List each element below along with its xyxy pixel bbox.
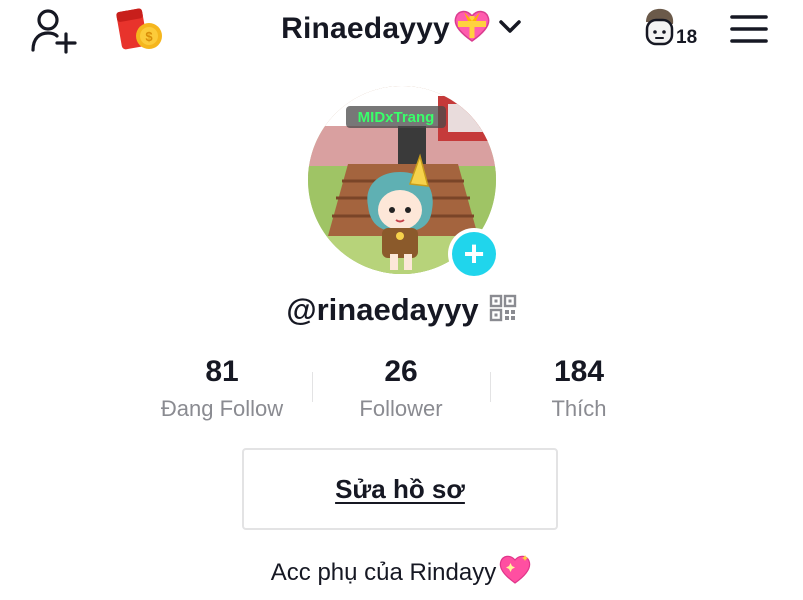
visitor-count: 18 xyxy=(676,27,698,48)
stat-followers[interactable]: 26 Follower xyxy=(311,352,491,426)
following-label: Đang Follow xyxy=(160,396,284,421)
handle-row: @rinaedayyy xyxy=(0,292,803,328)
username: Rinaedayyy xyxy=(281,11,450,45)
edit-profile-button[interactable]: Sửa hồ sơ xyxy=(242,448,558,530)
edit-profile-label: Sửa hồ sơ xyxy=(335,473,465,504)
chevron-down-icon xyxy=(498,16,522,41)
qr-code-icon[interactable] xyxy=(489,294,517,327)
profile-visitors-icon[interactable] xyxy=(640,6,680,48)
avatar-overlay-text: MIDxTrang xyxy=(358,109,435,126)
bio: Acc phụ của Rindayy xyxy=(0,554,803,591)
followers-label: Follower xyxy=(359,396,443,421)
sparkling-heart-icon xyxy=(498,554,532,591)
heart-with-ribbon-icon xyxy=(452,8,492,49)
add-avatar-button[interactable]: + xyxy=(448,228,500,280)
stat-following[interactable]: 81 Đang Follow xyxy=(132,352,312,426)
plus-icon: + xyxy=(452,232,496,276)
likes-count: 184 xyxy=(553,355,605,388)
bio-text: Acc phụ của Rindayy xyxy=(270,558,497,586)
menu-icon[interactable] xyxy=(726,10,772,48)
user-handle: @rinaedayyy xyxy=(286,292,479,327)
top-bar: $ Rinaedayyy 18 xyxy=(0,0,803,62)
stat-likes[interactable]: 184 Thích xyxy=(489,352,669,426)
followers-count: 26 xyxy=(384,355,418,388)
following-count: 81 xyxy=(205,355,239,388)
likes-label: Thích xyxy=(551,396,607,421)
